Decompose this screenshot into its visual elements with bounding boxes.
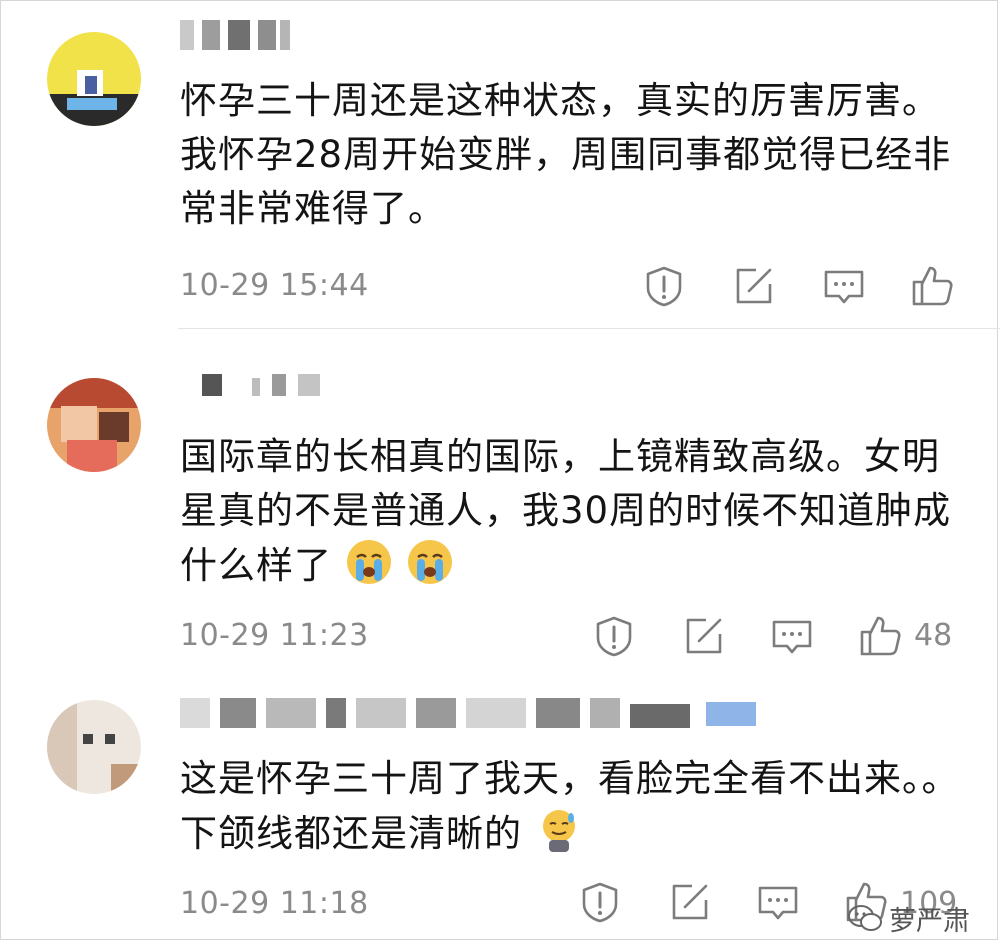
comment-icon[interactable] (770, 614, 814, 658)
avatar[interactable] (47, 700, 141, 794)
avatar[interactable] (47, 32, 141, 126)
username-redacted[interactable] (180, 20, 300, 50)
share-icon[interactable] (668, 880, 712, 924)
divider (178, 328, 1000, 329)
comment-time: 10-29 11:18 (180, 886, 369, 921)
avatar[interactable] (47, 378, 141, 472)
comment-time: 10-29 15:44 (180, 268, 369, 303)
comment-icon[interactable] (756, 880, 800, 924)
comment-text: 这是怀孕三十周了我天，看脸完全看不出来。。下颌线都还是清晰的 (180, 752, 960, 869)
watermark-text: 萝严肃 (889, 906, 970, 937)
report-icon[interactable] (642, 264, 686, 308)
share-icon[interactable] (732, 264, 776, 308)
thumbs-up-icon[interactable] (910, 264, 954, 308)
watermark: 萝严肃 (847, 899, 970, 938)
like-count: 48 (914, 618, 953, 653)
comment-text-content: 国际章的长相真的国际，上镜精致高级。女明星真的不是普通人，我30周的时候不知道肿… (180, 435, 952, 587)
report-icon[interactable] (592, 614, 636, 658)
comment-text: 怀孕三十周还是这种状态，真实的厉害厉害。我怀孕28周开始变胖，周围同事都觉得已经… (180, 79, 952, 230)
username-redacted[interactable] (180, 368, 330, 398)
report-icon[interactable] (578, 880, 622, 924)
comment-icon[interactable] (822, 264, 866, 308)
share-icon[interactable] (682, 614, 726, 658)
sweat-smile-face-icon (535, 806, 583, 869)
username-redacted[interactable] (180, 698, 760, 728)
thumbs-up-icon[interactable] (858, 614, 902, 658)
crying-face-icon (406, 538, 454, 601)
crying-face-icon (345, 538, 393, 601)
wechat-icon (848, 904, 882, 931)
comment-time: 10-29 11:23 (180, 618, 369, 653)
comment-text: 国际章的长相真的国际，上镜精致高级。女明星真的不是普通人，我30周的时候不知道肿… (180, 430, 960, 601)
